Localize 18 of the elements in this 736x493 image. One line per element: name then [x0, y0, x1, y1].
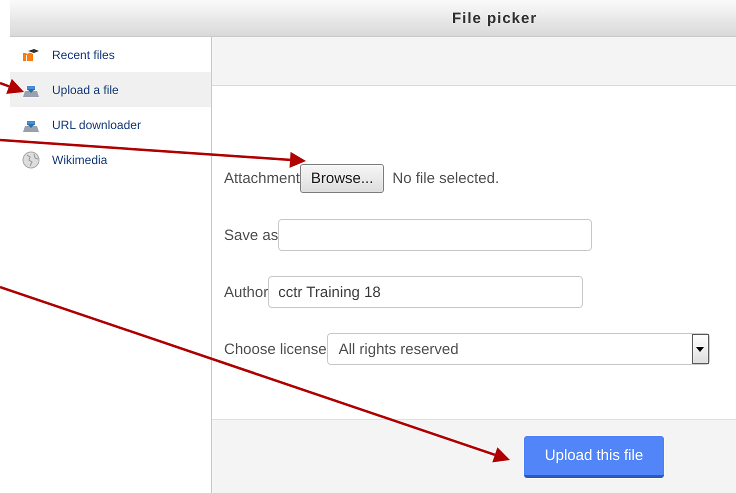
sidebar-item[interactable]: Recent files: [10, 37, 211, 72]
sidebar-item[interactable]: URL downloader: [10, 107, 211, 142]
sidebar-item[interactable]: Upload a file: [10, 72, 211, 107]
window-title: File picker: [452, 10, 538, 26]
mortarboard-logo-icon: [22, 48, 40, 62]
field-label: Choose license: [224, 340, 327, 358]
field-label: Save as: [224, 226, 278, 244]
license-dropdown[interactable]: All rights reserved: [326, 333, 710, 365]
field-label: Attachment: [224, 170, 300, 186]
annotation-arrow: [0, 78, 24, 94]
globe-icon: [22, 150, 40, 168]
browse-button[interactable]: Browse...: [300, 164, 384, 192]
field-label: Author: [224, 284, 268, 300]
caret-icon: [696, 346, 704, 352]
input-field[interactable]: cctr Training 18: [268, 276, 584, 308]
input-field[interactable]: [278, 219, 592, 251]
file-status: No file selected.: [392, 170, 500, 186]
sidebar-item[interactable]: Wikimedia: [10, 142, 211, 177]
